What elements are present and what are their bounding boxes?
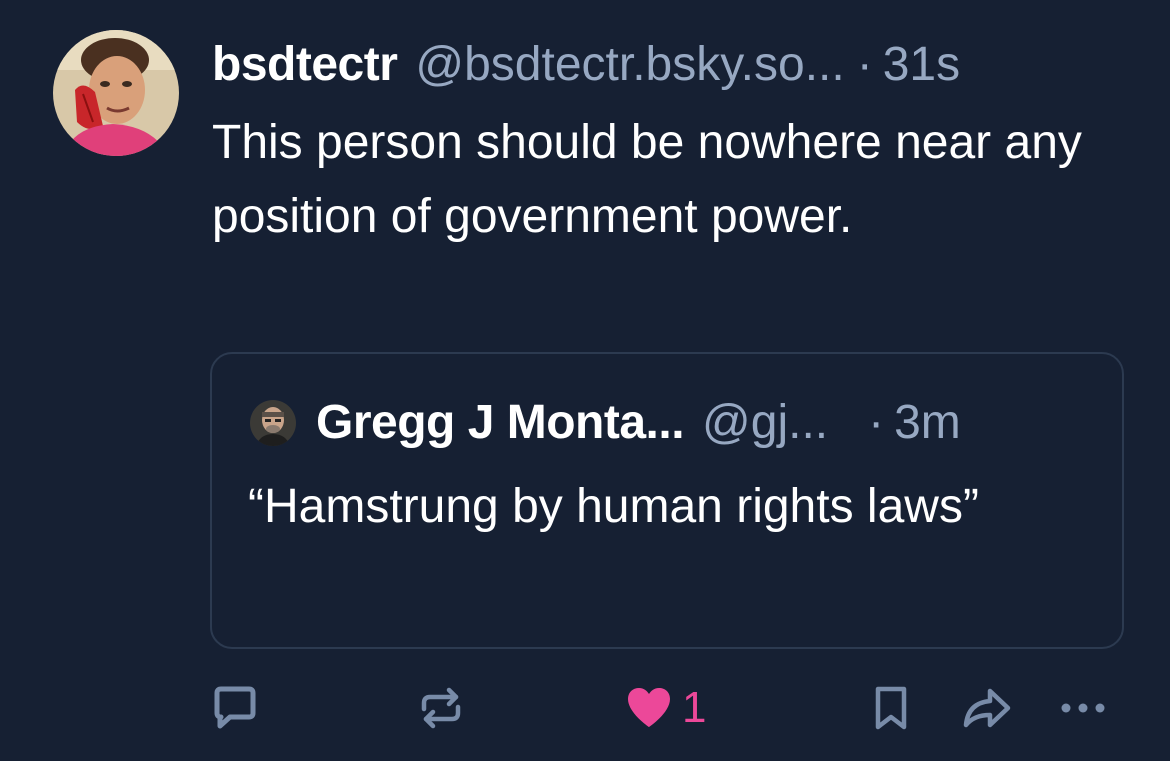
reply-icon — [210, 683, 260, 733]
reply-button[interactable] — [210, 680, 260, 736]
author-handle[interactable]: @bsdtectr.bsky.so... — [415, 34, 844, 96]
repost-button[interactable] — [416, 680, 466, 736]
post-body-text: This person should be nowhere near any p… — [212, 116, 1082, 243]
bookmark-icon — [868, 683, 914, 733]
post[interactable]: bsdtectr @bsdtectr.bsky.so... · 31s This… — [0, 0, 1170, 761]
header-separator: · — [856, 38, 873, 91]
quoted-post-header: Gregg J Monta... @gj... · 3m — [316, 392, 1106, 454]
repost-icon — [416, 683, 466, 733]
share-button[interactable] — [960, 680, 1014, 736]
quoted-author-handle[interactable]: @gj... — [702, 392, 828, 454]
quoted-author-avatar[interactable] — [250, 400, 296, 446]
share-icon — [960, 683, 1014, 733]
more-icon — [1058, 683, 1108, 733]
post-header: bsdtectr @bsdtectr.bsky.so... · 31s — [212, 34, 960, 96]
more-options-button[interactable] — [1058, 680, 1108, 736]
author-avatar[interactable] — [53, 30, 179, 156]
author-display-name[interactable]: bsdtectr — [212, 34, 398, 96]
like-count: 1 — [682, 683, 707, 732]
heart-icon — [624, 683, 674, 733]
quoted-post-text: “Hamstrung by human rights laws” — [248, 480, 979, 533]
like-button[interactable]: 1 — [624, 680, 706, 736]
quoted-author-display-name[interactable]: Gregg J Monta... — [316, 392, 685, 454]
quoted-post-timestamp[interactable]: 3m — [894, 392, 961, 454]
post-timestamp[interactable]: 31s — [883, 34, 960, 96]
action-bar: 1 — [0, 680, 1170, 740]
quoted-post-card[interactable]: Gregg J Monta... @gj... · 3m “Hamstrung … — [210, 352, 1124, 649]
quoted-header-separator: · — [868, 396, 885, 449]
bookmark-button[interactable] — [868, 680, 914, 736]
